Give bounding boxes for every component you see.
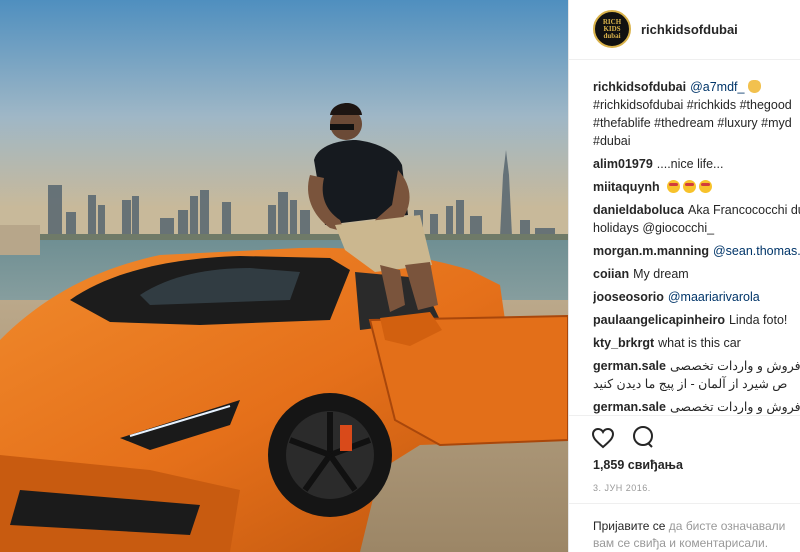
comment-text-line2: holidays @giococchi_ [593, 221, 715, 235]
comment-username[interactable]: miitaquynh [593, 180, 660, 194]
post-header: RICH KIDS dubai richkidsofdubai [569, 0, 800, 60]
post-date: 3. ЈУН 2016. [593, 483, 651, 493]
comment-text: My dream [633, 267, 689, 281]
comment-username[interactable]: jooseosorio [593, 290, 664, 304]
login-text-2: вам се свиђа и коментарисали. [593, 536, 769, 550]
caption-hashtags-1[interactable]: #richkidsofdubai #richkids #thegood [593, 96, 800, 114]
avatar[interactable]: RICH KIDS dubai [593, 10, 631, 48]
list-item: paulaangelicapinheiro Linda foto! [593, 311, 800, 329]
comment-username[interactable]: paulaangelicapinheiro [593, 313, 725, 327]
emoji-ok-hand-icon [747, 80, 761, 93]
divider [569, 415, 800, 416]
comment-username[interactable]: kty_brkrgt [593, 336, 654, 350]
list-item: morgan.m.manning @sean.thomas. [593, 242, 800, 260]
emoji-heart-eyes-icon [667, 180, 681, 193]
divider [569, 503, 800, 504]
comment-username[interactable]: alim01979 [593, 157, 653, 171]
list-item: alim01979 ....nice life... [593, 155, 800, 173]
list-item: coiian My dream [593, 265, 800, 283]
list-item: kty_brkrgt what is this car [593, 334, 800, 352]
comment-icon[interactable] [631, 425, 655, 454]
emoji-heart-eyes-icon [683, 180, 697, 193]
comment-text: Linda foto! [728, 313, 788, 327]
comment-username[interactable]: german.sale [593, 400, 666, 414]
comment-username[interactable]: danieldaboluca [593, 203, 684, 217]
comment-mention[interactable]: @maariarivarola [668, 290, 760, 304]
comment-text: ....nice life... [656, 157, 724, 171]
caption-mention[interactable]: @a7mdf_ [690, 80, 744, 94]
header-username[interactable]: richkidsofdubai [641, 22, 738, 37]
likes-count[interactable]: 1,859 свиђања [593, 458, 683, 472]
list-item: danieldaboluca Aka Francococchi du holida… [593, 201, 800, 237]
comments-list: richkidsofdubai @a7mdf_ #richkidsofdubai … [593, 78, 800, 416]
comment-text: what is this car [658, 336, 741, 350]
heart-icon[interactable] [591, 427, 615, 454]
login-prompt: Пријавите се да бисте означавали вам се … [593, 518, 800, 552]
caption: richkidsofdubai @a7mdf_ [593, 78, 800, 96]
post-photo[interactable] [0, 0, 568, 552]
login-text-1: да бисте означавали [665, 519, 786, 533]
action-bar [591, 425, 667, 451]
comment-username[interactable]: morgan.m.manning [593, 244, 709, 258]
comment-username[interactable]: german.sale [593, 359, 666, 373]
comment-text-line2: ص شیرد از آلمان - از پیج ما دیدن کنید [593, 377, 788, 391]
login-link[interactable]: Пријавите се [593, 519, 665, 533]
comment-username[interactable]: coiian [593, 267, 629, 281]
comment-text: فروش و واردات تخصصی [669, 359, 800, 373]
list-item: german.sale فروش و واردات تخصصی ص شیرد از… [593, 357, 800, 393]
caption-username[interactable]: richkidsofdubai [593, 80, 686, 94]
caption-hashtags-3[interactable]: #dubai [593, 132, 800, 150]
comment-mention[interactable]: @sean.thomas. [713, 244, 800, 258]
caption-hashtags-2[interactable]: #thefablife #thedream #luxury #myd [593, 114, 800, 132]
list-item: jooseosorio @maariarivarola [593, 288, 800, 306]
comment-text: Aka Francococchi du [688, 203, 800, 217]
list-item: german.sale فروش و واردات تخصصی [593, 398, 800, 416]
photo-illustration [0, 0, 568, 552]
post-side-panel: RICH KIDS dubai richkidsofdubai richkids… [568, 0, 800, 552]
emoji-heart-eyes-icon [699, 180, 713, 193]
list-item: miitaquynh [593, 178, 800, 196]
comment-text: فروش و واردات تخصصی [669, 400, 800, 414]
